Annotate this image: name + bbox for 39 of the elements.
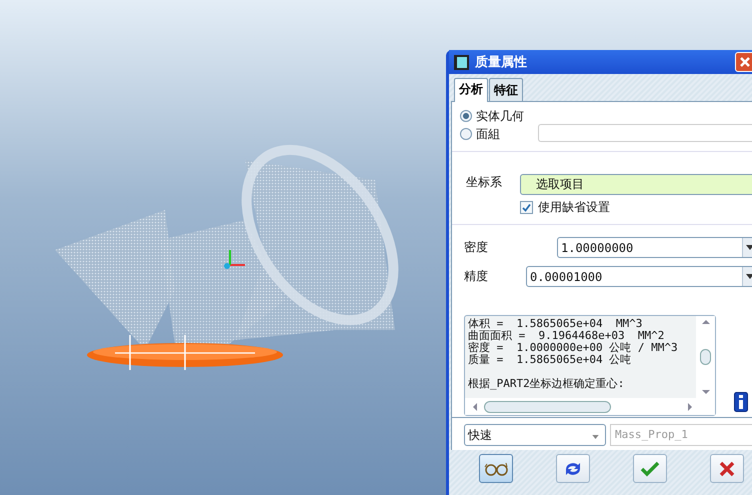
checkbox[interactable] <box>520 201 533 214</box>
mode-dropdown[interactable]: 快速 <box>464 424 606 446</box>
repeat-button[interactable] <box>556 454 590 483</box>
coordinate-system-label: 坐标系 <box>466 174 502 191</box>
density-dropdown[interactable]: 1.00000000 <box>557 237 752 258</box>
close-icon <box>740 57 750 67</box>
check-icon <box>640 460 660 476</box>
result-line: 密度 = 1.0000000e+00 公吨 / MM^3 <box>468 342 679 354</box>
window-title: 质量属性 <box>475 54 528 71</box>
window-icon <box>454 54 469 70</box>
glasses-icon <box>484 462 508 476</box>
horizontal-scrollbar[interactable] <box>465 398 715 415</box>
result-line: 体积 = 1.5865065e+04 MM^3 <box>468 318 644 330</box>
radio-label: 实体几何 <box>476 108 524 124</box>
radio-label: 面組 <box>476 126 500 142</box>
tab[interactable]: 特征 <box>489 78 523 101</box>
refresh-icon <box>563 460 583 476</box>
radio-button[interactable] <box>460 110 472 122</box>
quilt-field[interactable] <box>538 124 752 142</box>
result-line: 质量 = 1.5865065e+04 公吨 <box>468 354 632 366</box>
result-line: 根据_PART2坐标边框确定重心: <box>468 378 626 390</box>
preview-button[interactable] <box>479 454 513 483</box>
checkbox-label: 使用缺省设置 <box>538 199 610 216</box>
precision-label: 精度 <box>464 268 488 285</box>
cancel-button[interactable] <box>710 454 744 483</box>
close-icon <box>719 460 735 476</box>
close-button[interactable] <box>735 52 752 72</box>
density-label: 密度 <box>464 239 488 256</box>
caret-icon <box>592 435 599 439</box>
result-line: 曲面面积 = 9.1964468e+03 MM^2 <box>468 330 666 342</box>
radio-button[interactable] <box>460 128 472 140</box>
info-icon[interactable] <box>734 392 748 412</box>
ok-button[interactable] <box>633 454 667 483</box>
select-item-field[interactable]: 选取项目 <box>520 174 752 195</box>
caret-icon <box>746 274 752 279</box>
precision-dropdown[interactable]: 0.00001000 <box>526 266 752 287</box>
vertical-scrollbar[interactable] <box>696 316 715 398</box>
caret-icon <box>746 245 752 250</box>
tab[interactable]: 分析 <box>454 78 488 102</box>
